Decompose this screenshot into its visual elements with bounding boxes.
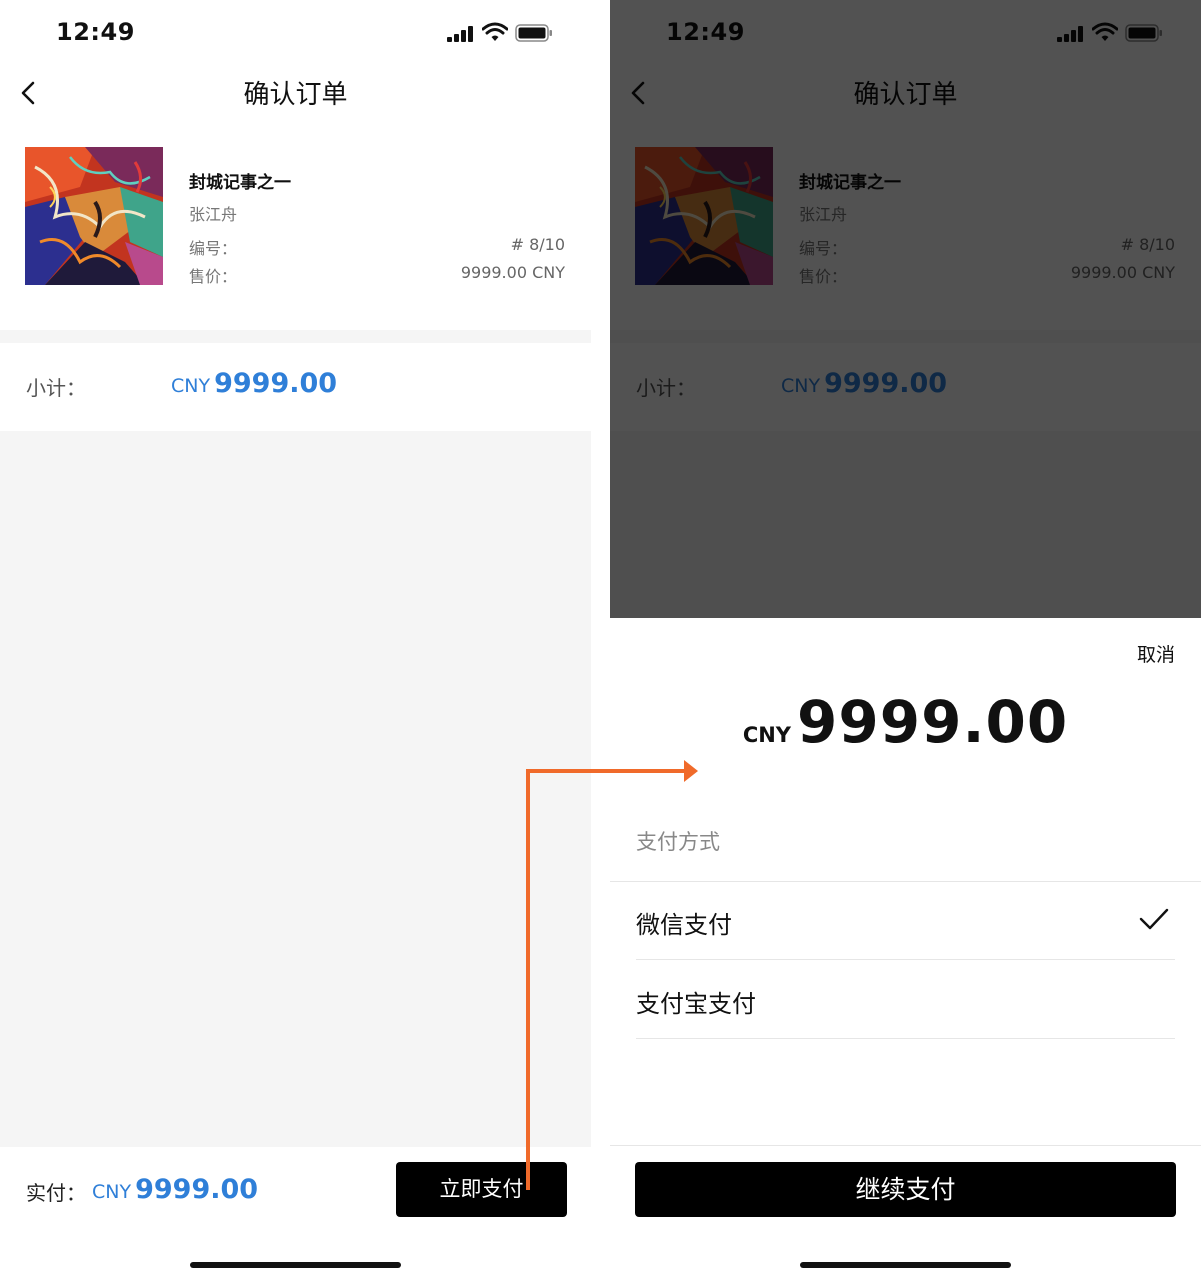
payment-method-alipay[interactable]: 支付宝支付 bbox=[636, 961, 1175, 1039]
cancel-button[interactable]: 取消 bbox=[1137, 640, 1175, 667]
status-time: 12:49 bbox=[56, 18, 135, 46]
cellular-signal-icon bbox=[447, 26, 475, 42]
home-indicator bbox=[800, 1262, 1011, 1268]
payment-method-label: 支付宝支付 bbox=[636, 990, 756, 1018]
paid-label: 实付： bbox=[26, 1181, 86, 1205]
pay-now-button[interactable]: 立即支付 bbox=[396, 1162, 567, 1217]
payment-sheet: 取消 CNY 9999.00 支付方式 微信支付 支付宝支付 继续支付 bbox=[610, 618, 1201, 1280]
sheet-amount-value: 9999.00 bbox=[797, 688, 1069, 756]
subtotal-currency: CNY bbox=[171, 375, 211, 397]
sheet-amount: CNY 9999.00 bbox=[610, 688, 1201, 756]
subtotal-value: 9999.00 bbox=[214, 368, 338, 399]
edition-value: # 8/10 bbox=[510, 235, 565, 254]
payment-method-heading: 支付方式 bbox=[636, 830, 720, 854]
screen-divider bbox=[591, 0, 610, 1280]
paid-currency: CNY bbox=[92, 1181, 132, 1203]
payment-sheet-screen: 12:49 确认订单 bbox=[610, 0, 1201, 1280]
subtotal-row: 小计： CNY9999.00 bbox=[0, 343, 591, 431]
product-card: 封城记事之一 张江舟 编号： # 8/10 售价： 9999.00 CNY bbox=[0, 124, 591, 330]
payment-method-label: 微信支付 bbox=[636, 911, 732, 939]
price-label: 售价： bbox=[189, 267, 238, 286]
modal-backdrop[interactable] bbox=[610, 0, 1201, 618]
wifi-icon bbox=[482, 22, 508, 41]
status-bar: 12:49 bbox=[0, 0, 591, 62]
payment-method-wechat[interactable]: 微信支付 bbox=[636, 882, 1175, 960]
checkout-bar: 实付： CNY 9999.00 立即支付 bbox=[0, 1147, 591, 1280]
order-confirm-screen: 12:49 确认订单 封城记事之一 张江舟 编号： # 8/10 售价： 999… bbox=[0, 0, 591, 1280]
divider bbox=[610, 1145, 1201, 1146]
checkmark-icon bbox=[1139, 908, 1169, 930]
continue-payment-button[interactable]: 继续支付 bbox=[635, 1162, 1176, 1217]
home-indicator bbox=[190, 1262, 401, 1268]
price-value: 9999.00 CNY bbox=[460, 263, 565, 282]
artist-name: 张江舟 bbox=[189, 205, 238, 224]
battery-icon bbox=[515, 24, 552, 42]
edition-label: 编号： bbox=[189, 239, 238, 258]
paid-value: 9999.00 bbox=[135, 1174, 259, 1205]
paid-amount: CNY 9999.00 bbox=[92, 1174, 258, 1205]
artwork-title: 封城记事之一 bbox=[189, 173, 291, 193]
navigation-bar: 确认订单 bbox=[0, 62, 591, 124]
sheet-currency: CNY bbox=[742, 723, 792, 747]
subtotal-label: 小计： bbox=[26, 376, 86, 400]
subtotal-amount: CNY9999.00 bbox=[171, 368, 337, 399]
artwork-thumbnail bbox=[25, 147, 163, 285]
page-title: 确认订单 bbox=[243, 80, 348, 110]
